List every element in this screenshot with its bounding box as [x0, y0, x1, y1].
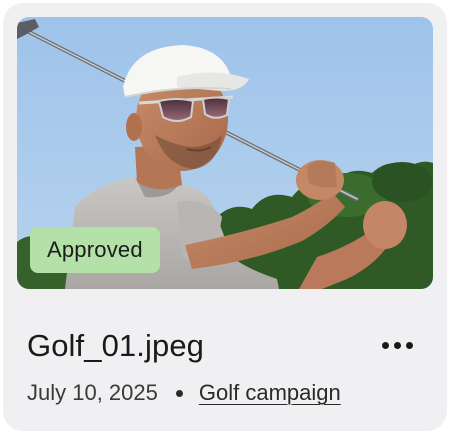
more-horizontal-icon	[381, 341, 389, 349]
more-horizontal-icon	[393, 341, 401, 349]
asset-meta: July 10, 2025 Golf campaign	[27, 378, 341, 408]
more-horizontal-icon	[405, 341, 413, 349]
campaign-link[interactable]: Golf campaign	[199, 380, 341, 406]
more-options-button[interactable]	[375, 329, 419, 361]
asset-date: July 10, 2025	[27, 380, 158, 405]
asset-thumbnail[interactable]: Approved	[17, 17, 433, 289]
status-badge: Approved	[30, 227, 160, 273]
file-name: Golf_01.jpeg	[27, 328, 204, 363]
asset-card[interactable]: Approved Golf_01.jpeg July 10, 2025 Golf…	[3, 3, 447, 431]
separator-dot	[175, 389, 183, 397]
